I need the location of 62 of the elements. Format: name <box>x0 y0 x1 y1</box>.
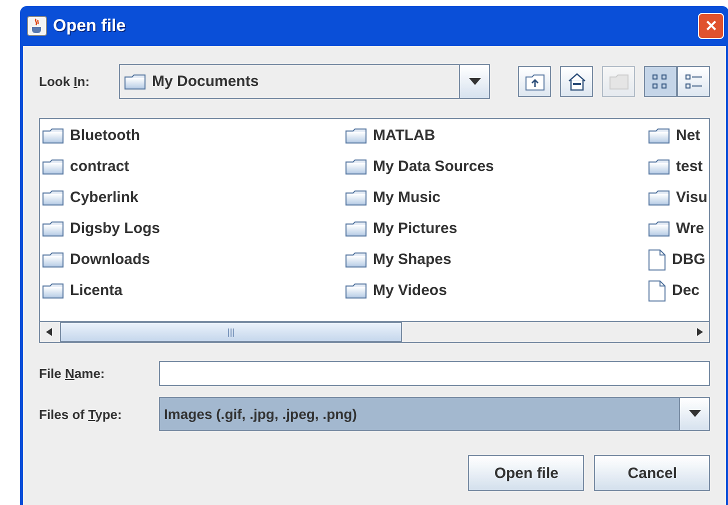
folder-up-icon <box>524 72 545 90</box>
folder-icon <box>42 220 64 236</box>
file-item[interactable]: My Data Sources <box>345 151 648 182</box>
folder-icon <box>648 220 670 236</box>
folder-icon <box>42 282 64 298</box>
file-item[interactable]: Dec <box>648 275 708 306</box>
look-in-label: Look In: <box>39 74 91 89</box>
file-item[interactable]: My Music <box>345 182 648 213</box>
window-title: Open file <box>53 16 127 36</box>
file-item[interactable]: Licenta <box>42 275 345 306</box>
folder-icon <box>648 128 670 144</box>
folder-icon <box>345 282 367 298</box>
folder-icon <box>608 74 629 90</box>
folder-icon <box>648 190 670 206</box>
file-name-label: File Name: <box>39 366 106 381</box>
folder-icon <box>42 190 64 206</box>
file-item[interactable]: contract <box>42 151 345 182</box>
file-item[interactable]: My Videos <box>345 275 648 306</box>
file-item[interactable]: Downloads <box>42 244 345 275</box>
file-name-field[interactable] <box>159 361 710 386</box>
file-item[interactable]: Bluetooth <box>42 120 345 151</box>
details-view-icon <box>684 72 704 90</box>
home-icon <box>566 72 587 92</box>
file-item[interactable]: test <box>648 151 708 182</box>
folder-icon <box>345 220 367 236</box>
dropdown-value: Images (.gif, .jpg, .jpeg, .png) <box>164 406 357 422</box>
folder-icon <box>42 128 64 144</box>
file-icon <box>648 280 666 302</box>
file-item[interactable]: MATLAB <box>345 120 648 151</box>
file-icon <box>648 248 666 270</box>
file-item[interactable]: Net <box>648 120 708 151</box>
toolbar-button[interactable] <box>518 66 552 97</box>
file-item[interactable]: My Shapes <box>345 244 648 275</box>
dropdown-value: My Documents <box>152 73 259 90</box>
folder-icon <box>345 190 367 206</box>
dialog-button[interactable]: Open file <box>468 455 584 491</box>
file-item[interactable]: DBG <box>648 244 708 275</box>
file-type-dropdown[interactable]: Images (.gif, .jpg, .jpeg, .png) <box>159 397 710 431</box>
caret-icon <box>688 410 701 418</box>
java-cup-icon <box>27 16 47 36</box>
folder-icon <box>42 252 64 268</box>
file-item[interactable]: Digsby Logs <box>42 213 345 244</box>
folder-icon <box>124 74 146 90</box>
caret-icon <box>468 78 481 86</box>
folder-icon <box>345 158 367 174</box>
file-type-label: Files of Type: <box>39 406 123 422</box>
file-item[interactable]: Cyberlink <box>42 182 345 213</box>
toolbar-button[interactable] <box>560 66 594 97</box>
folder-icon <box>42 158 64 174</box>
folder-icon <box>345 128 367 144</box>
dialog-button[interactable]: Cancel <box>594 455 710 491</box>
close-button[interactable]: ✕ <box>698 13 724 39</box>
toolbar-button[interactable] <box>644 66 678 97</box>
folder-icon <box>648 158 670 174</box>
file-item[interactable]: Visu <box>648 182 708 213</box>
file-item[interactable]: My Pictures <box>345 213 648 244</box>
dropdown-arrow-button[interactable] <box>459 65 490 98</box>
folder-icon <box>345 252 367 268</box>
file-item[interactable]: Wre <box>648 213 708 244</box>
toolbar-button[interactable] <box>677 66 710 97</box>
dropdown-arrow-button[interactable] <box>679 398 710 430</box>
look-in-dropdown[interactable]: My Documents <box>119 64 490 99</box>
